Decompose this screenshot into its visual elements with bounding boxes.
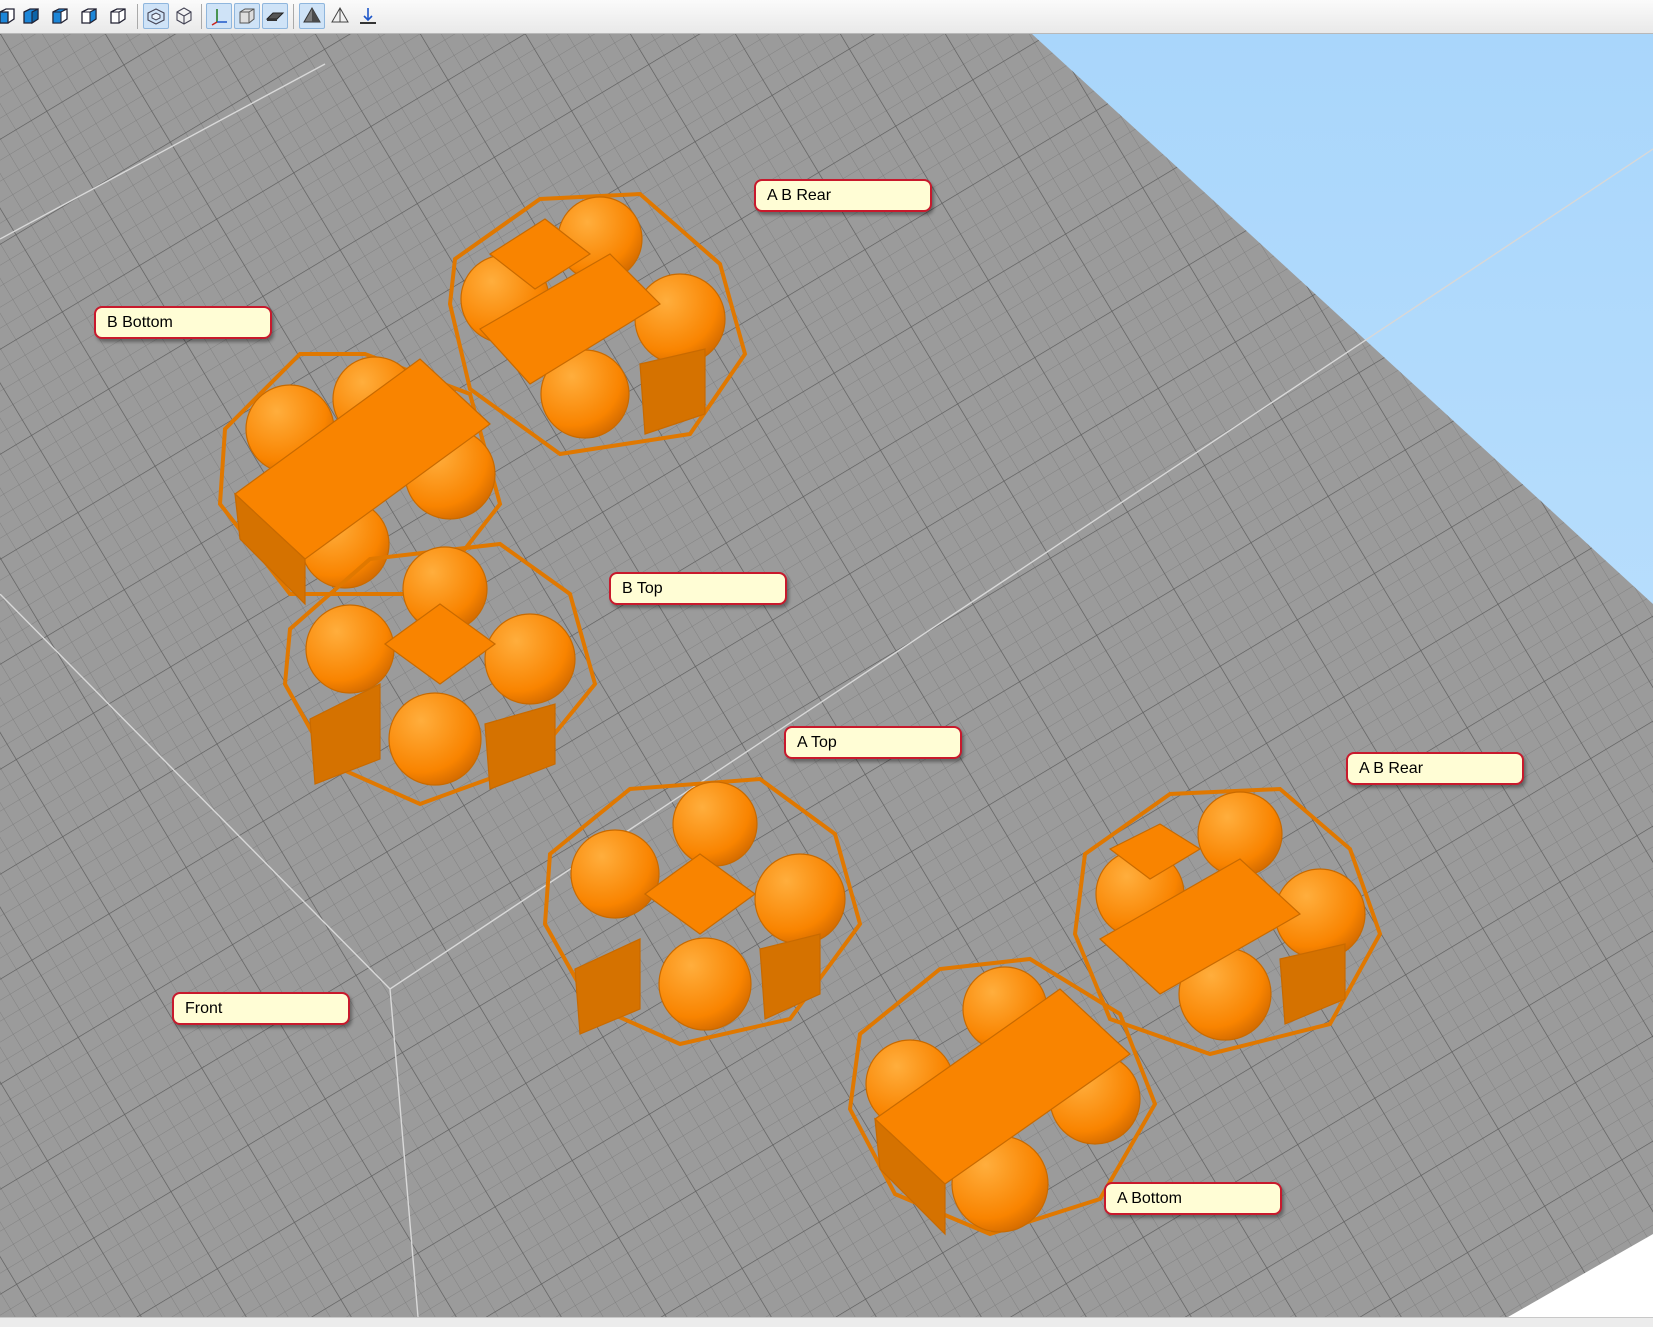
label-b-bottom[interactable]: B Bottom xyxy=(94,306,272,339)
toolbar-separator xyxy=(201,4,202,29)
perspective-button[interactable] xyxy=(143,3,169,29)
cube-iso-view-icon xyxy=(110,8,126,24)
wireframe-button[interactable] xyxy=(327,3,353,29)
build-volume-icon xyxy=(239,8,255,24)
view-iso-button[interactable] xyxy=(105,3,131,29)
drop-to-bed-button[interactable] xyxy=(355,3,381,29)
cube-right-view-icon xyxy=(81,8,97,25)
orthographic-icon xyxy=(176,7,192,25)
view-front-button[interactable] xyxy=(0,3,20,29)
label-a-top[interactable]: A Top xyxy=(784,726,962,759)
view-back-button[interactable] xyxy=(18,3,44,29)
print-bed-icon xyxy=(265,12,285,21)
toolbar-separator xyxy=(293,4,294,29)
cube-back-view-icon xyxy=(23,8,39,25)
orthographic-button[interactable] xyxy=(171,3,197,29)
show-build-volume-button[interactable] xyxy=(234,3,260,29)
bed-grid-major xyxy=(0,34,1653,1317)
label-front[interactable]: Front xyxy=(172,992,350,1025)
label-ab-rear-right[interactable]: A B Rear xyxy=(1346,752,1524,785)
shaded-icon xyxy=(303,6,321,23)
label-b-top[interactable]: B Top xyxy=(609,572,787,605)
view-toolbar xyxy=(0,0,1653,34)
axes-icon xyxy=(211,9,227,26)
show-bed-button[interactable] xyxy=(262,3,288,29)
wireframe-icon xyxy=(331,6,349,23)
view-right-button[interactable] xyxy=(76,3,102,29)
cube-left-view-icon xyxy=(52,8,68,24)
label-ab-rear-top[interactable]: A B Rear xyxy=(754,179,932,212)
scene-canvas[interactable] xyxy=(0,34,1653,1317)
shaded-button[interactable] xyxy=(299,3,325,29)
label-a-bottom[interactable]: A Bottom xyxy=(1104,1182,1282,1215)
cube-front-view-icon xyxy=(0,8,15,24)
perspective-icon xyxy=(147,8,165,25)
show-axes-button[interactable] xyxy=(206,3,232,29)
3d-viewport[interactable]: A B Rear B Bottom B Top A Top A B Rear F… xyxy=(0,34,1653,1317)
view-left-button[interactable] xyxy=(47,3,73,29)
drop-to-bed-icon xyxy=(360,8,376,24)
toolbar-separator xyxy=(137,4,138,29)
